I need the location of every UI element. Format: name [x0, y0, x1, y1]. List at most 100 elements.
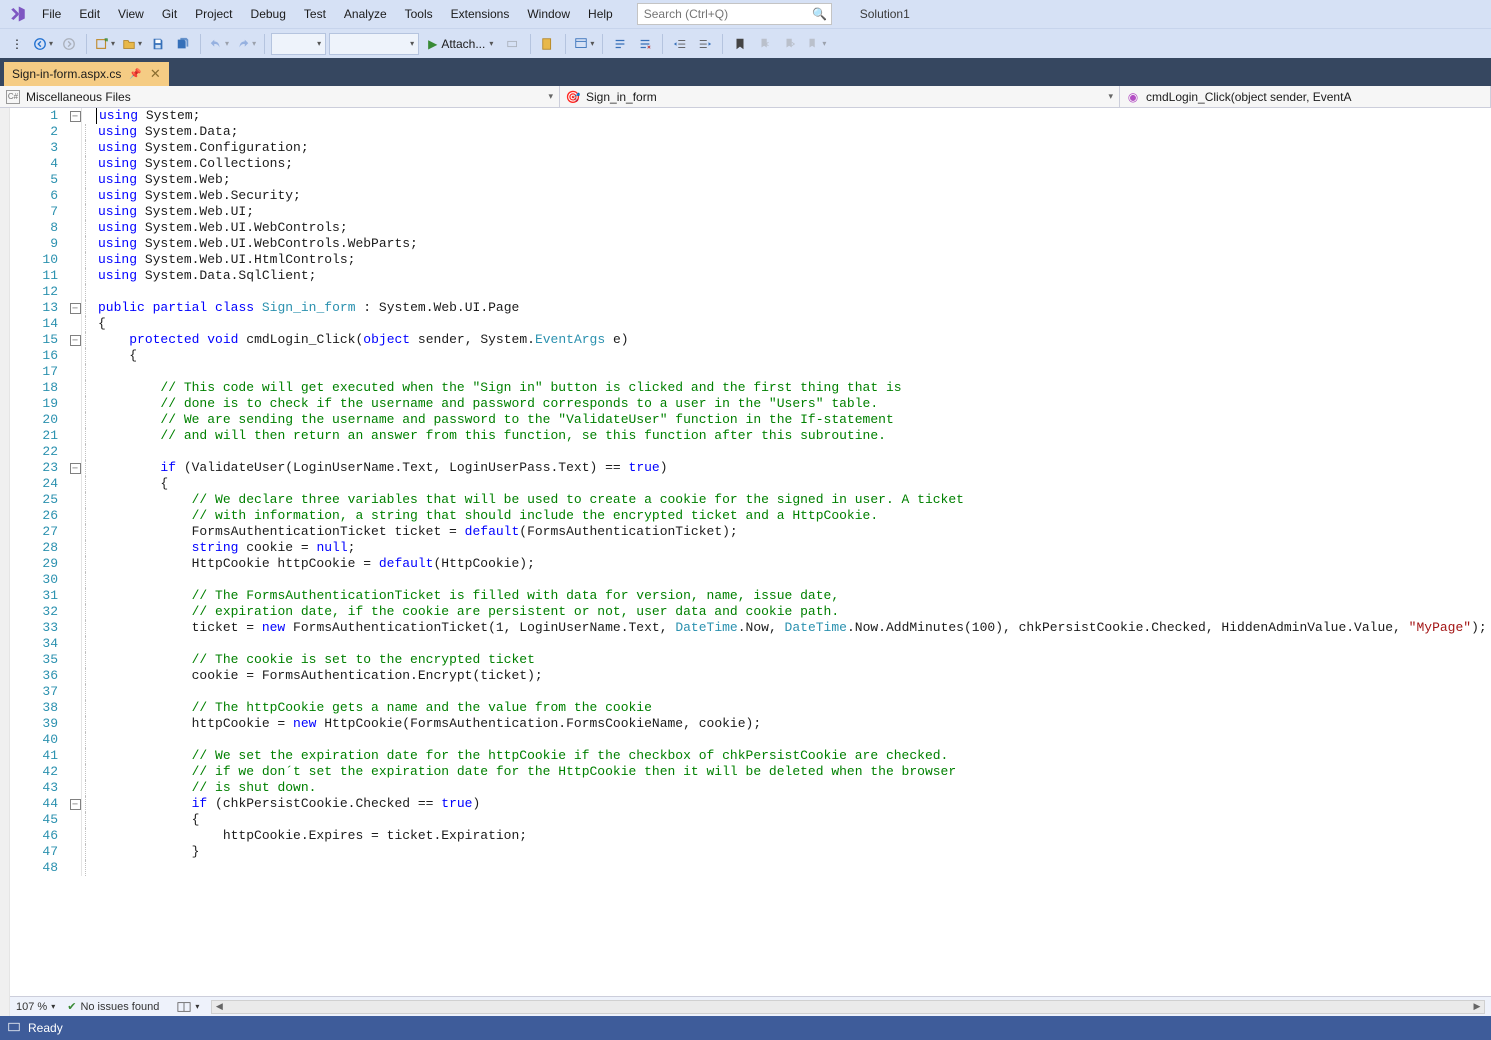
code-line[interactable]: // with information, a string that shoul… — [96, 508, 1491, 524]
code-line[interactable]: using System.Web.Security; — [96, 188, 1491, 204]
close-icon[interactable]: ✕ — [150, 66, 161, 82]
redo-button[interactable] — [234, 33, 258, 55]
scroll-right-icon[interactable]: ▶ — [1470, 1001, 1484, 1012]
pin-icon[interactable]: 📌 — [129, 69, 141, 80]
attach-debugger-button[interactable]: ▶Attach...▾ — [422, 33, 499, 55]
next-bookmark-button[interactable] — [779, 33, 801, 55]
code-line[interactable] — [96, 284, 1491, 300]
clear-bookmarks-button[interactable] — [804, 33, 828, 55]
code-line[interactable]: // This code will get executed when the … — [96, 380, 1491, 396]
member-dropdown[interactable]: ◉ cmdLogin_Click(object sender, EventA — [1120, 86, 1491, 107]
code-line[interactable]: // and will then return an answer from t… — [96, 428, 1491, 444]
code-line[interactable] — [96, 636, 1491, 652]
fold-gutter[interactable] — [68, 332, 82, 348]
bookmark-button[interactable] — [729, 33, 751, 55]
code-scroll[interactable]: 1using System;2using System.Data;3using … — [10, 108, 1491, 996]
undo-button[interactable] — [207, 33, 231, 55]
code-line[interactable] — [96, 732, 1491, 748]
code-line[interactable]: { — [96, 348, 1491, 364]
step-button[interactable] — [502, 33, 524, 55]
menu-tools[interactable]: Tools — [397, 3, 441, 25]
code-line[interactable] — [96, 444, 1491, 460]
code-line[interactable]: HttpCookie httpCookie = default(HttpCook… — [96, 556, 1491, 572]
code-line[interactable]: // The cookie is set to the encrypted ti… — [96, 652, 1491, 668]
menu-analyze[interactable]: Analyze — [336, 3, 395, 25]
fold-gutter[interactable] — [68, 300, 82, 316]
code-line[interactable]: { — [96, 812, 1491, 828]
code-line[interactable]: if (chkPersistCookie.Checked == true) — [96, 796, 1491, 812]
class-dropdown[interactable]: 🎯 Sign_in_form ▾ — [560, 86, 1120, 107]
code-line[interactable]: string cookie = null; — [96, 540, 1491, 556]
code-line[interactable]: cookie = FormsAuthentication.Encrypt(tic… — [96, 668, 1491, 684]
code-line[interactable]: // We set the expiration date for the ht… — [96, 748, 1491, 764]
menu-help[interactable]: Help — [580, 3, 621, 25]
solution-config-combo[interactable] — [271, 33, 326, 55]
code-line[interactable]: protected void cmdLogin_Click(object sen… — [96, 332, 1491, 348]
menu-window[interactable]: Window — [519, 3, 578, 25]
code-line[interactable]: // We are sending the username and passw… — [96, 412, 1491, 428]
code-line[interactable]: // done is to check if the username and … — [96, 396, 1491, 412]
code-line[interactable]: httpCookie.Expires = ticket.Expiration; — [96, 828, 1491, 844]
scroll-left-icon[interactable]: ◀ — [212, 1001, 226, 1012]
code-line[interactable]: if (ValidateUser(LoginUserName.Text, Log… — [96, 460, 1491, 476]
code-line[interactable]: using System.Web.UI.WebControls; — [96, 220, 1491, 236]
search-icon[interactable]: 🔍 — [809, 7, 831, 21]
comment-button[interactable] — [609, 33, 631, 55]
code-line[interactable]: using System.Web; — [96, 172, 1491, 188]
project-dropdown[interactable]: C# Miscellaneous Files ▾ — [0, 86, 560, 107]
menu-edit[interactable]: Edit — [71, 3, 108, 25]
zoom-control[interactable]: 107 % — [16, 1001, 55, 1013]
menu-git[interactable]: Git — [154, 3, 185, 25]
document-tab[interactable]: Sign-in-form.aspx.cs 📌 ✕ — [4, 62, 169, 86]
code-line[interactable] — [96, 364, 1491, 380]
code-line[interactable]: { — [96, 476, 1491, 492]
code-line[interactable]: ticket = new FormsAuthenticationTicket(1… — [96, 620, 1491, 636]
code-line[interactable] — [96, 860, 1491, 876]
fold-gutter[interactable] — [68, 460, 82, 476]
code-line[interactable]: FormsAuthenticationTicket ticket = defau… — [96, 524, 1491, 540]
code-editor[interactable]: 1using System;2using System.Data;3using … — [10, 108, 1491, 1016]
nav-forward-button[interactable] — [58, 33, 80, 55]
code-line[interactable]: public partial class Sign_in_form : Syst… — [96, 300, 1491, 316]
code-line[interactable]: using System.Configuration; — [96, 140, 1491, 156]
solution-name[interactable]: Solution1 — [860, 7, 910, 21]
code-line[interactable]: using System.Collections; — [96, 156, 1491, 172]
code-line[interactable]: // expiration date, if the cookie are pe… — [96, 604, 1491, 620]
uncomment-button[interactable] — [634, 33, 656, 55]
prev-bookmark-button[interactable] — [754, 33, 776, 55]
quick-search[interactable]: 🔍 — [637, 3, 832, 25]
search-input[interactable] — [638, 7, 809, 21]
open-file-button[interactable] — [120, 33, 144, 55]
browser-link-button[interactable] — [572, 33, 596, 55]
menu-view[interactable]: View — [110, 3, 152, 25]
solution-platform-combo[interactable] — [329, 33, 419, 55]
horizontal-scrollbar[interactable]: ◀ ▶ — [211, 1000, 1485, 1014]
output-pane-icon[interactable] — [8, 1021, 20, 1036]
code-line[interactable]: } — [96, 844, 1491, 860]
save-button[interactable] — [147, 33, 169, 55]
menu-debug[interactable]: Debug — [243, 3, 294, 25]
split-view-button[interactable]: ▾ — [177, 1000, 199, 1014]
menu-test[interactable]: Test — [296, 3, 334, 25]
code-line[interactable] — [96, 684, 1491, 700]
code-line[interactable]: // if we don´t set the expiration date f… — [96, 764, 1491, 780]
new-project-button[interactable] — [93, 33, 117, 55]
decrease-indent-button[interactable] — [669, 33, 691, 55]
fold-gutter[interactable] — [68, 108, 82, 124]
code-line[interactable]: using System.Web.UI.HtmlControls; — [96, 252, 1491, 268]
menu-project[interactable]: Project — [187, 3, 240, 25]
code-line[interactable]: using System; — [96, 108, 1491, 124]
fold-gutter[interactable] — [68, 796, 82, 812]
code-line[interactable]: using System.Web.UI.WebControls.WebParts… — [96, 236, 1491, 252]
code-line[interactable]: // We declare three variables that will … — [96, 492, 1491, 508]
code-line[interactable]: { — [96, 316, 1491, 332]
code-line[interactable]: using System.Data.SqlClient; — [96, 268, 1491, 284]
code-line[interactable]: // The httpCookie gets a name and the va… — [96, 700, 1491, 716]
save-all-button[interactable] — [172, 33, 194, 55]
code-line[interactable]: using System.Web.UI; — [96, 204, 1491, 220]
find-in-files-button[interactable] — [537, 33, 559, 55]
menu-extensions[interactable]: Extensions — [443, 3, 518, 25]
error-indicator[interactable]: ✔ No issues found — [67, 1000, 159, 1013]
breakpoint-margin[interactable] — [0, 108, 10, 1016]
code-line[interactable] — [96, 572, 1491, 588]
